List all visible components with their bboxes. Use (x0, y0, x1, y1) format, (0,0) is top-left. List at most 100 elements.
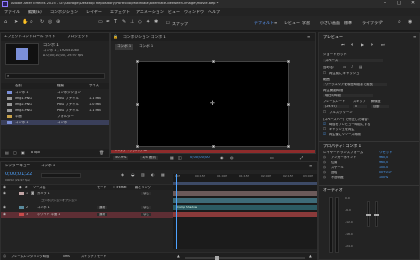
stopwatch-icon[interactable]: ◷ (323, 175, 326, 179)
audio-slider-right[interactable] (374, 201, 379, 227)
trash-icon[interactable]: 🗑 (99, 151, 104, 155)
project-item[interactable]: img3.PNG PNG ファイル 1.1 MB (1, 108, 109, 113)
cache-checkbox[interactable]: ☐ (323, 71, 326, 75)
prop-anchor-value[interactable]: 960,0 (379, 156, 388, 159)
interpret-footage-icon[interactable]: ▤ (5, 151, 9, 155)
layer-row[interactable]: ◉ 2 コンポ 1 通常 なし (1, 205, 173, 211)
menu-item-window[interactable]: ウィンドウ (184, 10, 204, 14)
bounding-handle[interactable] (287, 145, 290, 148)
grid-toggle-icon[interactable]: ▦ (170, 156, 174, 160)
bounding-handle[interactable] (287, 60, 290, 63)
rotate-tool-icon[interactable]: ↻ (40, 20, 44, 25)
user-icon[interactable]: ◉ (408, 20, 412, 25)
time-ruler[interactable]: 00f 00:15f 01:00f 01:15f 02:00f 02:15f 0… (173, 174, 317, 182)
channel-icon[interactable]: ◍ (230, 156, 234, 160)
prop-scale-value[interactable]: 100.0 (379, 166, 388, 169)
camera-snapshot-icon[interactable]: ◉ (220, 156, 224, 160)
range-dropdown[interactable]: ワークエリアを現在時間まで延長 (323, 83, 387, 87)
play-from-dropdown[interactable]: 現在の時間 (323, 94, 373, 98)
camera-tool-icon[interactable]: ◎ (48, 20, 52, 25)
layer-sub-row[interactable]: コンポジションオプション (1, 198, 173, 204)
bounding-handle[interactable] (136, 103, 139, 106)
resolution-dropdown[interactable]: 自動 (371, 105, 389, 109)
timeline-timecode[interactable]: 0;00;01;22 (5, 172, 32, 177)
play-icon[interactable]: ▶ (361, 43, 364, 47)
menu-item-composition[interactable]: コンポジション (50, 10, 78, 14)
lock-icon[interactable]: 🔒 (113, 35, 118, 39)
menu-item-view[interactable]: ビュー (168, 10, 180, 14)
selection-tool-icon[interactable]: ➤ (14, 20, 18, 25)
bounding-handle[interactable] (212, 60, 215, 63)
view-layout-icon[interactable]: ▭ (270, 156, 274, 160)
slider-knob[interactable] (215, 256, 219, 260)
layer-parent-dropdown[interactable]: なし (141, 192, 152, 196)
layer-duration-bar[interactable] (173, 191, 317, 196)
zoom-out-icon[interactable]: ▲ (177, 254, 180, 259)
layer-name[interactable]: コンポ 1 (37, 206, 50, 209)
tab-timeline-comp[interactable]: コンポ 1 (41, 164, 55, 168)
menu-item-effect[interactable]: エフェクト (110, 10, 130, 14)
tab-project[interactable]: プロジェクト (67, 35, 97, 39)
menu-item-edit[interactable]: 編集(E) (28, 10, 42, 14)
option-checkbox-2[interactable]: ☐ (323, 127, 326, 131)
project-item[interactable]: 平面 フォルダー (1, 114, 109, 119)
switches-modes-toggle[interactable]: スイッチ / モード (81, 255, 106, 258)
pen-tool-icon[interactable]: ✒ (106, 20, 110, 25)
bounding-handle[interactable] (212, 145, 215, 148)
menu-item-layer[interactable]: レイヤー (86, 10, 102, 14)
bounding-handle[interactable] (287, 103, 290, 106)
stamp-tool-icon[interactable]: ⊥ (130, 20, 134, 25)
comp-subtab-2[interactable]: コンポ 1 (137, 44, 155, 50)
visibility-eye-icon[interactable]: ◉ (3, 205, 6, 209)
column-source-name[interactable]: ソース名 (33, 186, 46, 189)
visibility-eye-icon[interactable]: ◉ (3, 191, 6, 195)
last-frame-icon[interactable]: ⏭ (381, 43, 385, 47)
minimize-button[interactable]: – (380, 1, 390, 6)
column-size[interactable]: サイズ (89, 84, 99, 87)
include-audio-icon[interactable]: ♪ (351, 65, 353, 70)
stopwatch-icon[interactable]: ◷ (323, 170, 326, 174)
project-item[interactable]: img2.PNG PNG ファイル 1.0 MB (1, 102, 109, 107)
project-item-selected[interactable]: コンポ 1 コンポ (1, 120, 109, 125)
home-icon[interactable]: ⌂ (4, 20, 7, 25)
next-frame-icon[interactable]: ⏵ (371, 43, 373, 47)
expand-viewer-icon[interactable]: ⤢ (300, 156, 303, 160)
visibility-eye-icon[interactable]: ◉ (3, 212, 6, 216)
stopwatch-icon[interactable]: ◷ (323, 160, 326, 164)
layer-label-color[interactable] (19, 206, 24, 209)
project-item[interactable]: img1.PNG PNG ファイル 1.1 MB (1, 96, 109, 101)
prop-rotation-value[interactable]: 0x+0.0° (379, 171, 392, 174)
column-type[interactable]: 種類 (57, 84, 64, 87)
layer-duration-bar[interactable] (173, 212, 317, 217)
workspace-standard[interactable]: 標準 (344, 21, 352, 25)
workspace-small-screen[interactable]: 小さい画面 (320, 21, 340, 25)
comp-canvas[interactable]: ✛ (136, 60, 290, 148)
panel-menu-icon[interactable]: ≡ (307, 35, 310, 39)
roto-tool-icon[interactable]: ✦ (146, 20, 150, 25)
hand-tool-icon[interactable]: ✋ (22, 20, 28, 25)
new-comp-icon[interactable]: ▣ (21, 151, 25, 155)
project-item[interactable]: コンポ 1 コンポジション (1, 90, 109, 95)
frame-blend-icon[interactable]: ▥ (141, 173, 145, 177)
tab-effect-controls[interactable]: エフェクトコントロール ライト (4, 35, 64, 39)
layer-duration-bar[interactable]: Comp Shadow (173, 205, 317, 210)
bounding-handle[interactable] (136, 145, 139, 148)
layer-row[interactable]: ◉ 1 ◙ カメラ 1 なし (1, 191, 173, 197)
shy-icon[interactable]: ◒ (131, 173, 135, 177)
motion-blur-icon[interactable]: ◐ (151, 173, 155, 177)
puppet-tool-icon[interactable]: ✱ (154, 20, 158, 25)
fullscreen-checkbox[interactable]: ☐ (323, 110, 326, 114)
snap-checkbox-icon[interactable]: ☐ (166, 21, 170, 25)
panel-menu-icon[interactable]: ≡ (309, 164, 312, 168)
bounding-handle[interactable] (136, 60, 139, 63)
stopwatch-icon[interactable]: ◷ (323, 155, 326, 159)
eraser-tool-icon[interactable]: ◇ (138, 20, 142, 25)
quality-dropdown[interactable]: 1/4 画質 (140, 156, 159, 160)
layer-label-color[interactable] (19, 213, 24, 216)
layer-mode-dropdown[interactable]: 通常 (97, 206, 108, 210)
include-overlay-icon[interactable]: ▤ (359, 65, 362, 70)
tab-composition[interactable]: コンポジション コンポ 1 (123, 35, 203, 39)
solo-icon[interactable]: ◎ (3, 254, 6, 259)
include-video-icon[interactable]: ▭ (343, 65, 346, 70)
skip-dropdown[interactable]: 0 (353, 105, 367, 109)
